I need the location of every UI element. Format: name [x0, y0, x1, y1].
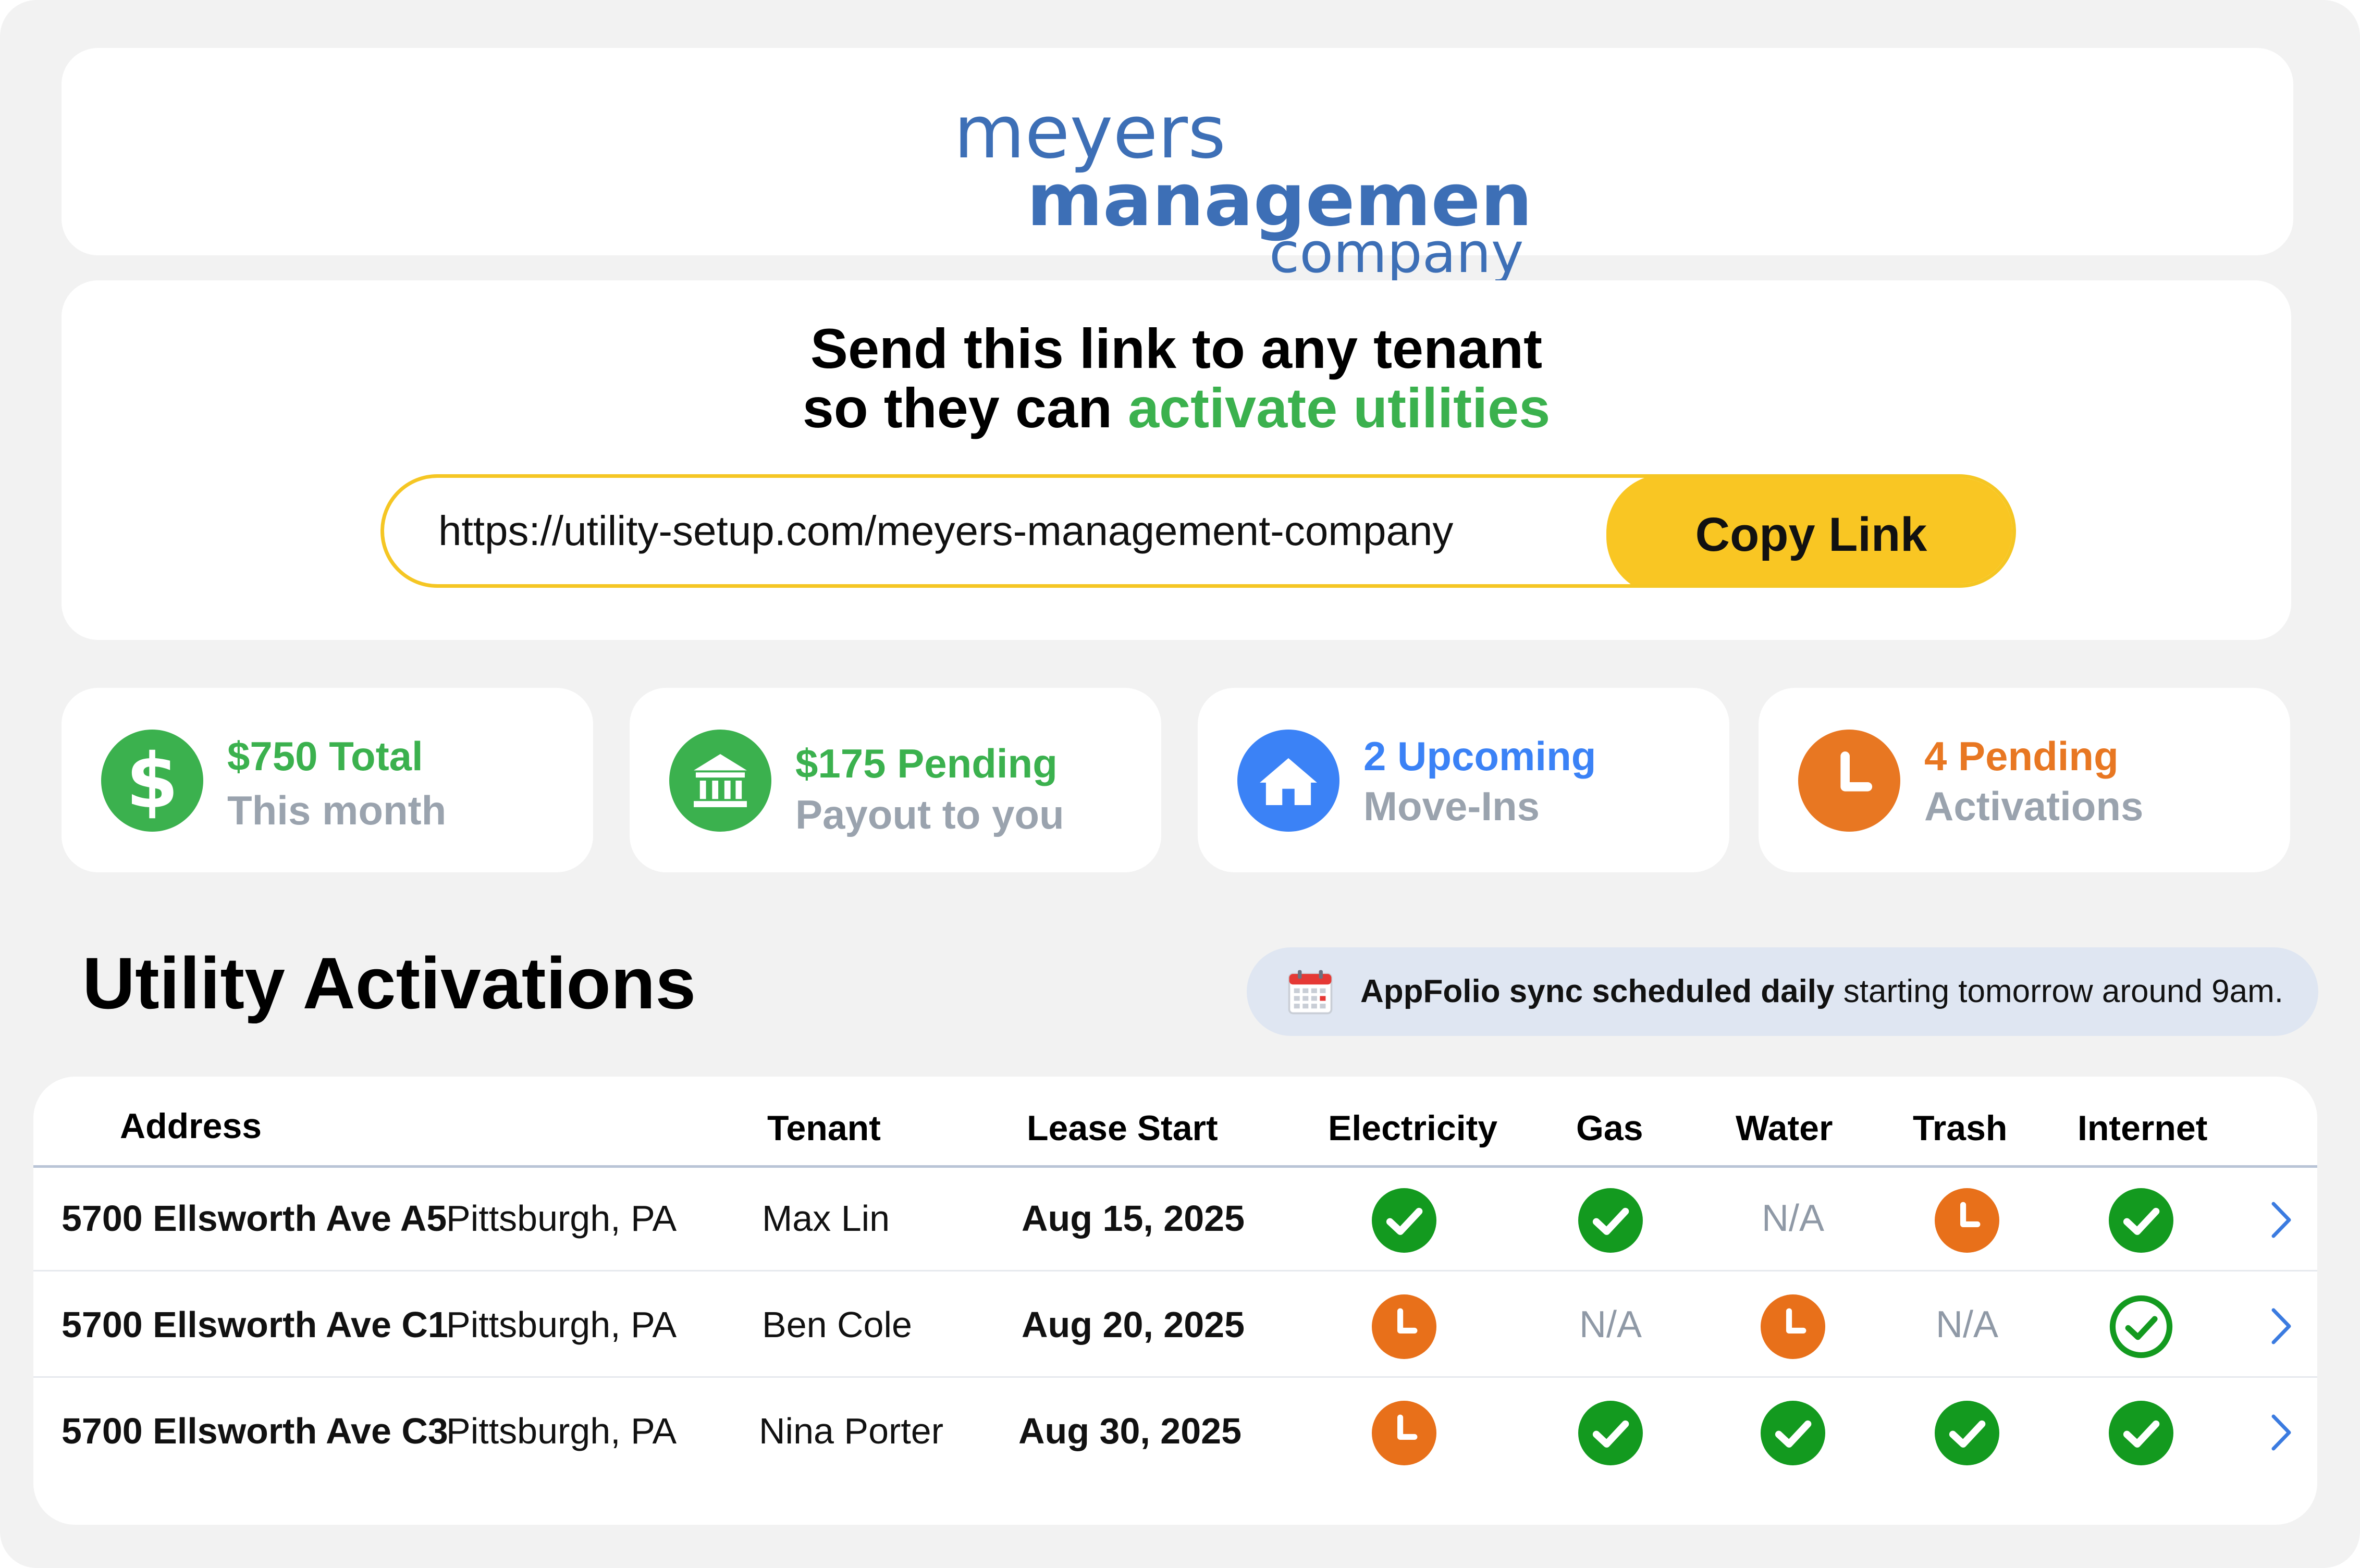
row-address: 5700 Ellsworth Ave C3	[62, 1411, 448, 1451]
calendar-icon	[1288, 970, 1333, 1015]
row-city: Pittsburgh, PA	[446, 1411, 677, 1451]
sync-message: AppFolio sync scheduled daily starting t…	[1360, 947, 2283, 1036]
share-link-heading: Send this link to any tenant so they can…	[62, 319, 2291, 438]
stat-total-label: This month	[227, 787, 447, 833]
pending-clock-icon	[1372, 1401, 1436, 1465]
stat-total-value: $750 Total	[227, 733, 423, 779]
stat-card-payout: $175 Pending Payout to you	[630, 688, 1161, 872]
row-lease-start: Aug 30, 2025	[1018, 1411, 1242, 1451]
sync-message-rest: starting tomorrow around 9am.	[1834, 973, 2284, 1009]
stat-activations-label: Activations	[1924, 783, 2144, 829]
chevron-right-icon[interactable]	[2266, 1196, 2297, 1243]
header-address[interactable]: Address	[120, 1106, 262, 1146]
svg-text:$: $	[126, 737, 179, 825]
pending-clock-icon	[1935, 1188, 1999, 1253]
company-logo: meyers management company	[954, 100, 1527, 285]
active-check-icon	[1372, 1188, 1436, 1253]
row-city: Pittsburgh, PA	[446, 1304, 677, 1345]
active-check-icon	[1578, 1401, 1643, 1465]
heading-accent: activate utilities	[1127, 376, 1551, 439]
active-check-icon	[2109, 1401, 2173, 1465]
logo-line-3: company	[1269, 221, 1524, 285]
stat-move-ins-value: 2 Upcoming	[1363, 733, 1596, 779]
active-check-icon	[2109, 1188, 2173, 1253]
section-title: Utility Activations	[82, 942, 696, 1024]
active-check-icon	[1761, 1401, 1825, 1465]
activations-table: Address Tenant Lease Start Electricity G…	[33, 1077, 2317, 1525]
heading-line-2: so they can activate utilities	[62, 378, 2291, 438]
row-address: 5700 Ellsworth Ave A5	[62, 1198, 447, 1239]
row-address: 5700 Ellsworth Ave C1	[62, 1304, 448, 1345]
sync-banner: AppFolio sync scheduled daily starting t…	[1247, 947, 2318, 1036]
chevron-right-icon[interactable]	[2266, 1303, 2297, 1350]
app-frame: meyers management company Send this link…	[0, 0, 2360, 1568]
header-internet[interactable]: Internet	[2078, 1108, 2207, 1149]
sync-message-bold: AppFolio sync scheduled daily	[1360, 973, 1835, 1009]
header-tenant[interactable]: Tenant	[767, 1108, 881, 1149]
confirmed-check-icon	[2109, 1294, 2173, 1359]
row-lease-start: Aug 20, 2025	[1022, 1304, 1245, 1345]
table-row[interactable]: 5700 Ellsworth Ave A5 Pittsburgh, PA Max L…	[33, 1165, 2317, 1271]
bank-icon	[669, 730, 771, 832]
header-water[interactable]: Water	[1736, 1108, 1833, 1149]
share-link-card: Send this link to any tenant so they can…	[62, 280, 2291, 640]
active-check-icon	[1578, 1188, 1643, 1253]
header-lease-start[interactable]: Lease Start	[1027, 1108, 1218, 1149]
stat-activations-value: 4 Pending	[1924, 733, 2119, 779]
status-na-water: N/A	[1761, 1197, 1825, 1239]
header-electricity[interactable]: Electricity	[1328, 1108, 1497, 1149]
dollar-icon: $	[101, 730, 203, 832]
header-trash[interactable]: Trash	[1913, 1108, 2007, 1149]
copy-link-button[interactable]: Copy Link	[1606, 478, 2012, 584]
row-tenant: Nina Porter	[759, 1411, 944, 1451]
stat-move-ins-label: Move-Ins	[1363, 783, 1540, 829]
row-city: Pittsburgh, PA	[446, 1198, 677, 1239]
stat-card-activations: 4 Pending Activations	[1759, 688, 2290, 872]
pending-clock-icon	[1761, 1294, 1825, 1359]
pending-clock-icon	[1372, 1294, 1436, 1359]
table-row[interactable]: 5700 Ellsworth Ave C3 Pittsburgh, PA Nina …	[33, 1378, 2317, 1484]
row-tenant: Max Lin	[762, 1198, 890, 1239]
clock-icon	[1798, 730, 1900, 832]
header-gas[interactable]: Gas	[1576, 1108, 1643, 1149]
chevron-right-icon[interactable]	[2266, 1409, 2297, 1456]
stat-payout-label: Payout to you	[795, 792, 1064, 837]
stat-card-total: $ $750 Total This month	[62, 688, 593, 872]
row-tenant: Ben Cole	[762, 1304, 912, 1345]
active-check-icon	[1935, 1401, 1999, 1465]
share-link-url[interactable]: https://utility-setup.com/meyers-managem…	[438, 478, 1453, 584]
logo-card: meyers management company	[62, 48, 2293, 285]
row-lease-start: Aug 15, 2025	[1022, 1198, 1245, 1239]
heading-line-2-prefix: so they can	[802, 376, 1128, 439]
stat-payout-value: $175 Pending	[795, 740, 1058, 786]
home-icon	[1237, 730, 1339, 832]
share-link-field[interactable]: https://utility-setup.com/meyers-managem…	[380, 474, 2016, 588]
table-row[interactable]: 5700 Ellsworth Ave C1 Pittsburgh, PA Ben C…	[33, 1271, 2317, 1378]
status-na-trash: N/A	[1935, 1304, 1999, 1345]
status-na-gas: N/A	[1579, 1304, 1642, 1345]
heading-line-1: Send this link to any tenant	[810, 317, 1543, 380]
stat-card-move-ins: 2 Upcoming Move-Ins	[1198, 688, 1729, 872]
